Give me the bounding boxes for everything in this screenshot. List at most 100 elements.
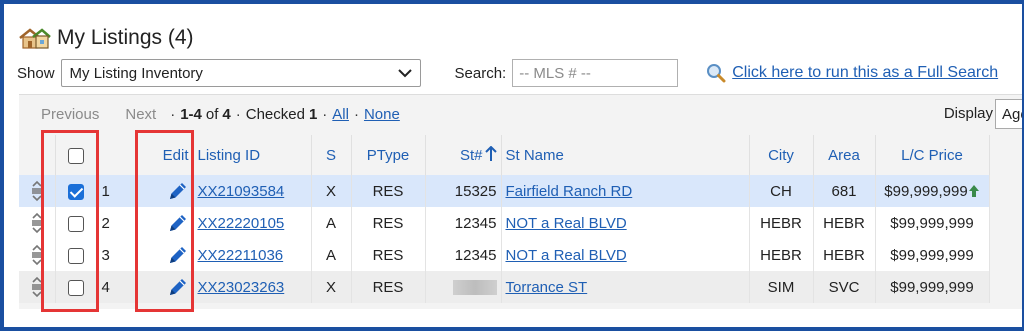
listings-table: Edit Listing ID S PType St# St Name City… bbox=[19, 135, 990, 303]
ptype-header[interactable]: PType bbox=[351, 135, 426, 175]
drag-cell[interactable] bbox=[19, 207, 56, 239]
display-select[interactable]: Agent bbox=[995, 99, 1022, 129]
pager-range: 1-4 bbox=[180, 105, 202, 123]
st-name-link[interactable]: Fairfield Ranch RD bbox=[506, 183, 633, 200]
area-cell: HEBR bbox=[813, 239, 876, 271]
row-checkbox[interactable] bbox=[68, 215, 84, 232]
display-label: Display bbox=[943, 105, 993, 122]
next-button[interactable]: Next bbox=[125, 106, 156, 123]
drag-handle-icon[interactable] bbox=[30, 244, 44, 266]
st-name-link[interactable]: Torrance ST bbox=[506, 279, 588, 296]
status-cell: X bbox=[311, 175, 352, 207]
st-name-link[interactable]: NOT a Real BLVD bbox=[506, 215, 627, 232]
pencil-icon[interactable] bbox=[167, 180, 189, 202]
row-number: 4 bbox=[97, 271, 138, 303]
pager: Previous Next · 1-4 of 4 · Checked 1 · A… bbox=[19, 95, 1022, 133]
select-cell[interactable] bbox=[55, 175, 98, 207]
price-cell: $99,999,999 bbox=[875, 271, 990, 303]
select-all-link[interactable]: All bbox=[332, 106, 349, 123]
house-icon bbox=[19, 28, 51, 49]
st-name-cell: Torrance ST bbox=[501, 271, 750, 303]
select-cell[interactable] bbox=[55, 271, 98, 303]
listing-id-link[interactable]: XX23023263 bbox=[198, 279, 285, 296]
price-up-arrow-icon bbox=[968, 184, 979, 197]
row-checkbox[interactable] bbox=[68, 279, 84, 296]
row-number: 3 bbox=[97, 239, 138, 271]
select-none-link[interactable]: None bbox=[364, 106, 400, 123]
drag-cell[interactable] bbox=[19, 239, 56, 271]
st-num-cell: 12345 bbox=[425, 239, 502, 271]
st-name-cell: Fairfield Ranch RD bbox=[501, 175, 750, 207]
price-value: $99,999,999 bbox=[890, 246, 974, 264]
listing-id-header[interactable]: Listing ID bbox=[193, 135, 312, 175]
listing-id-cell: XX22211036 bbox=[193, 239, 312, 271]
st-num-cell: 12345 bbox=[425, 207, 502, 239]
full-search-link[interactable]: Click here to run this as a Full Search bbox=[732, 64, 998, 82]
drag-cell[interactable] bbox=[19, 175, 56, 207]
table-row[interactable]: 4 XX23023263 X RES Torrance ST SIM SVC $99,999,… bbox=[19, 271, 990, 303]
st-name-cell: NOT a Real BLVD bbox=[501, 207, 750, 239]
status-cell: A bbox=[311, 239, 352, 271]
city-cell: HEBR bbox=[749, 239, 814, 271]
previous-button[interactable]: Previous bbox=[41, 106, 99, 123]
mls-search-input[interactable] bbox=[512, 59, 679, 87]
drag-handle-icon[interactable] bbox=[30, 276, 44, 298]
show-select[interactable]: My Listing Inventory bbox=[60, 59, 421, 87]
edit-cell[interactable] bbox=[137, 207, 194, 239]
window-frame: My Listings (4) Show My Listing Inventor… bbox=[0, 0, 1024, 331]
row-number-header bbox=[97, 135, 138, 175]
show-label: Show bbox=[17, 64, 55, 82]
price-value: $99,999,999 bbox=[884, 182, 968, 200]
area-header[interactable]: Area bbox=[813, 135, 876, 175]
select-all-checkbox[interactable] bbox=[68, 147, 84, 164]
drag-cell[interactable] bbox=[19, 271, 56, 303]
listings-grid: Previous Next · 1-4 of 4 · Checked 1 · A… bbox=[19, 94, 1022, 309]
edit-header: Edit bbox=[137, 135, 194, 175]
st-name-link[interactable]: NOT a Real BLVD bbox=[506, 247, 627, 264]
st-name-cell: NOT a Real BLVD bbox=[501, 239, 750, 271]
pager-total: 4 bbox=[222, 105, 231, 123]
city-cell: CH bbox=[749, 175, 814, 207]
drag-handle-icon[interactable] bbox=[30, 180, 44, 202]
st-num-value: 12345 bbox=[454, 246, 497, 264]
area-cell: 681 bbox=[813, 175, 876, 207]
select-cell[interactable] bbox=[55, 207, 98, 239]
row-checkbox[interactable] bbox=[68, 247, 84, 264]
ptype-cell: RES bbox=[351, 239, 426, 271]
edit-cell[interactable] bbox=[137, 175, 194, 207]
price-cell: $99,999,999 bbox=[875, 207, 990, 239]
redacted-street-number bbox=[452, 280, 497, 296]
pencil-icon[interactable] bbox=[167, 212, 189, 234]
table-row[interactable]: 2 XX22220105 A RES 12345 NOT a Real BLVD HEBR H… bbox=[19, 207, 990, 239]
st-name-header[interactable]: St Name bbox=[501, 135, 750, 175]
listing-id-link[interactable]: XX22220105 bbox=[198, 215, 285, 232]
checked-label: Checked bbox=[245, 105, 305, 123]
table-header-row: Edit Listing ID S PType St# St Name City… bbox=[19, 135, 990, 175]
pencil-icon[interactable] bbox=[167, 244, 189, 266]
listing-id-link[interactable]: XX22211036 bbox=[198, 247, 284, 264]
listing-id-link[interactable]: XX21093584 bbox=[198, 183, 285, 200]
city-cell: HEBR bbox=[749, 207, 814, 239]
drag-header bbox=[19, 135, 56, 175]
price-header[interactable]: L/C Price bbox=[875, 135, 990, 175]
status-header[interactable]: S bbox=[311, 135, 352, 175]
st-num-value: 12345 bbox=[454, 214, 497, 232]
price-value: $99,999,999 bbox=[890, 278, 974, 296]
table-row[interactable]: 3 XX22211036 A RES 12345 NOT a Real BLVD HEBR H… bbox=[19, 239, 990, 271]
listing-id-cell: XX22220105 bbox=[193, 207, 312, 239]
area-cell: SVC bbox=[813, 271, 876, 303]
edit-cell[interactable] bbox=[137, 239, 194, 271]
table-row[interactable]: 1 XX21093584 X RES 15325 Fairfield Ranch RD CH… bbox=[19, 175, 990, 207]
row-checkbox[interactable] bbox=[68, 183, 84, 200]
edit-cell[interactable] bbox=[137, 271, 194, 303]
row-number: 1 bbox=[97, 175, 138, 207]
st-num-value: 15325 bbox=[454, 182, 497, 200]
select-cell[interactable] bbox=[55, 239, 98, 271]
drag-handle-icon[interactable] bbox=[30, 212, 44, 234]
city-header[interactable]: City bbox=[749, 135, 814, 175]
magnifier-icon[interactable] bbox=[706, 63, 726, 83]
st-num-cell: 15325 bbox=[425, 175, 502, 207]
pencil-icon[interactable] bbox=[167, 276, 189, 298]
price-value: $99,999,999 bbox=[890, 214, 974, 232]
st-num-header[interactable]: St# bbox=[425, 135, 502, 175]
